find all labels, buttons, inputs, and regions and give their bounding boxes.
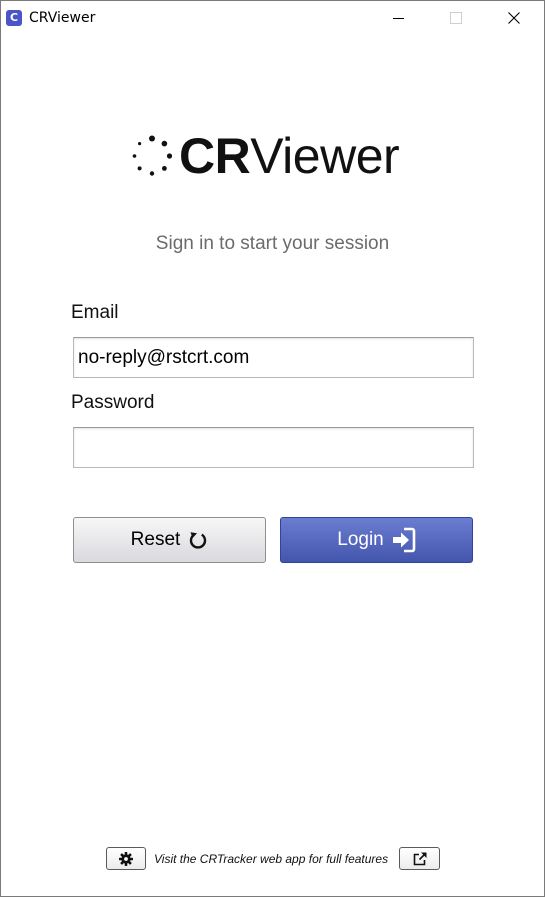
logo-text-light: Viewer — [250, 128, 400, 184]
logo-text: CRViewer — [179, 127, 400, 185]
logo-text-bold: CR — [179, 128, 251, 184]
minimize-icon — [392, 17, 404, 19]
gear-icon — [119, 851, 133, 866]
app-window: C CRViewer CRViewer Sign in to start you… — [0, 0, 545, 897]
password-field[interactable] — [73, 427, 474, 468]
title-bar[interactable]: C CRViewer — [1, 1, 544, 35]
external-link-button[interactable] — [399, 847, 440, 870]
app-logo: CRViewer — [131, 127, 400, 185]
settings-button[interactable] — [106, 847, 146, 870]
page-subtitle: Sign in to start your session — [155, 233, 390, 254]
sign-in-icon — [392, 527, 416, 553]
spinner-dots-icon — [132, 135, 173, 176]
external-link-icon — [413, 852, 426, 865]
login-button[interactable]: Login — [280, 517, 473, 563]
reset-button-label: Reset — [130, 529, 181, 550]
maximize-button — [433, 1, 479, 35]
close-icon — [508, 12, 520, 24]
app-icon: C — [6, 10, 22, 26]
refresh-icon — [188, 530, 208, 550]
reset-button[interactable]: Reset — [73, 517, 266, 563]
window-title: CRViewer — [29, 10, 96, 26]
footer-text: Visit the CRTracker web app for full fea… — [154, 852, 389, 866]
password-label: Password — [71, 392, 155, 413]
email-field[interactable] — [73, 337, 474, 378]
email-label: Email — [71, 302, 119, 323]
maximize-icon — [450, 12, 462, 24]
close-button[interactable] — [491, 1, 537, 35]
login-button-label: Login — [337, 529, 384, 550]
footer: Visit the CRTracker web app for full fea… — [1, 847, 544, 871]
minimize-button[interactable] — [375, 1, 421, 35]
